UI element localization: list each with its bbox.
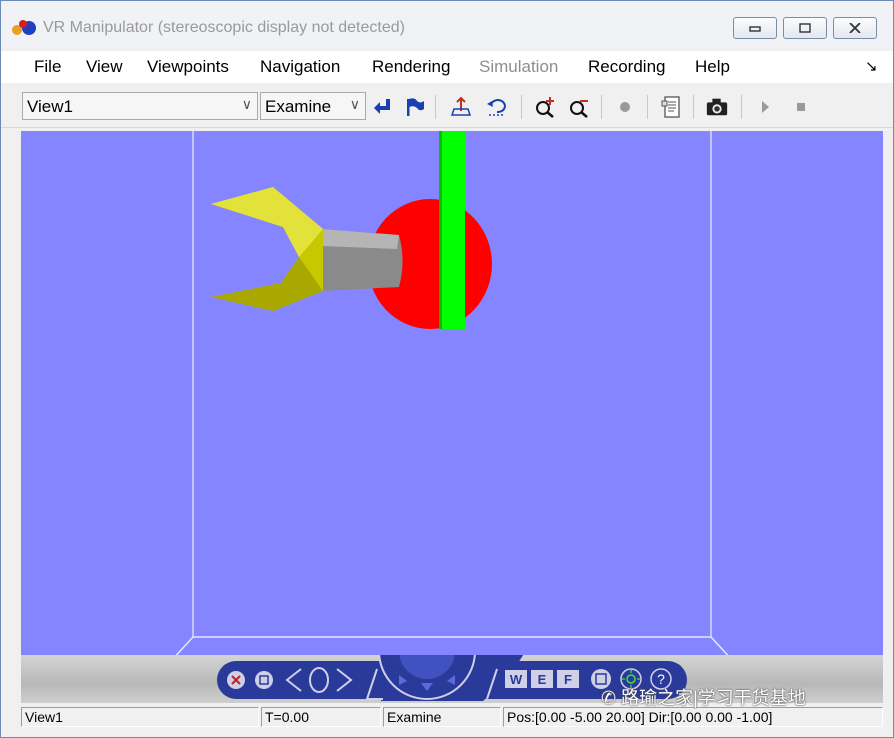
snapshot-camera-icon[interactable]	[705, 95, 729, 119]
panel-mode-icon[interactable]	[255, 671, 273, 689]
fly-mode-button[interactable]: F	[557, 670, 579, 688]
viewpoint-select[interactable]: View1 ∨	[22, 92, 258, 120]
status-viewpoint: View1	[21, 707, 259, 727]
navigation-mode-select[interactable]: Examine ∨	[260, 92, 366, 120]
toolbar-separator	[647, 95, 648, 119]
status-time: T=0.00	[261, 707, 381, 727]
vr-scene-canvas[interactable]	[21, 131, 883, 703]
menu-rendering[interactable]: Rendering	[372, 57, 450, 77]
close-button[interactable]	[833, 17, 877, 39]
navigation-mode-value: Examine	[265, 97, 332, 116]
toolbar-separator	[741, 95, 742, 119]
menu-overflow-icon[interactable]: ↘	[865, 57, 878, 75]
window-title: VR Manipulator (stereoscopic display not…	[43, 19, 405, 36]
chevron-down-icon: ∨	[241, 96, 252, 112]
straighten-up-icon[interactable]	[449, 95, 473, 119]
vr-figure-window: VR Manipulator (stereoscopic display not…	[0, 0, 894, 738]
create-viewpoint-icon[interactable]	[403, 95, 427, 119]
green-column	[439, 131, 465, 329]
status-navigation-mode: Examine	[383, 707, 501, 727]
menu-file[interactable]: File	[34, 57, 61, 77]
wireframe-toggle-label: W	[510, 672, 523, 687]
menu-simulation: Simulation	[479, 57, 559, 76]
close-icon	[849, 23, 861, 33]
headlight-toggle-button[interactable]: E	[531, 670, 553, 688]
menu-viewpoints[interactable]: Viewpoints	[147, 57, 229, 77]
play-icon[interactable]	[753, 95, 777, 119]
headlight-toggle-label: E	[538, 672, 547, 687]
toolbar-separator	[435, 95, 436, 119]
stop-icon[interactable]	[789, 95, 813, 119]
maximize-button[interactable]	[783, 17, 827, 39]
menu-navigation[interactable]: Navigation	[260, 57, 340, 77]
vr-scene	[21, 131, 883, 703]
close-panel-icon[interactable]	[227, 671, 245, 689]
maximize-icon	[799, 23, 811, 33]
menu-help[interactable]: Help	[695, 57, 730, 77]
return-to-viewpoint-icon[interactable]	[371, 95, 395, 119]
watermark-text: ✆ 路瑜之家|学习干货基地	[601, 688, 806, 708]
toolbar: View1 ∨ Examine ∨	[1, 87, 893, 128]
toolbar-separator	[521, 95, 522, 119]
record-icon[interactable]	[613, 95, 637, 119]
status-position: Pos:[0.00 -5.00 20.00] Dir:[0.00 0.00 -1…	[503, 707, 883, 727]
green-column-edge	[439, 131, 442, 329]
watermark-label: 路瑜之家|学习干货基地	[621, 688, 806, 708]
title-bar: VR Manipulator (stereoscopic display not…	[1, 1, 893, 47]
zoom-in-icon[interactable]	[533, 95, 557, 119]
wireframe-toggle-button[interactable]: W	[505, 670, 527, 688]
menu-view[interactable]: View	[86, 57, 123, 77]
chevron-down-icon: ∨	[349, 96, 360, 112]
zoom-out-icon[interactable]	[567, 95, 591, 119]
viewpoint-select-value: View1	[27, 97, 73, 116]
menu-recording[interactable]: Recording	[588, 57, 666, 77]
undo-move-icon[interactable]	[485, 95, 509, 119]
toolbar-separator	[693, 95, 694, 119]
minimize-button[interactable]	[733, 17, 777, 39]
app-icon	[12, 20, 36, 35]
minimize-icon	[749, 26, 761, 32]
menu-bar: File View Viewpoints Navigation Renderin…	[1, 51, 893, 83]
toolbar-separator	[601, 95, 602, 119]
capture-frame-icon[interactable]	[660, 95, 684, 119]
fly-mode-label: F	[564, 672, 572, 687]
